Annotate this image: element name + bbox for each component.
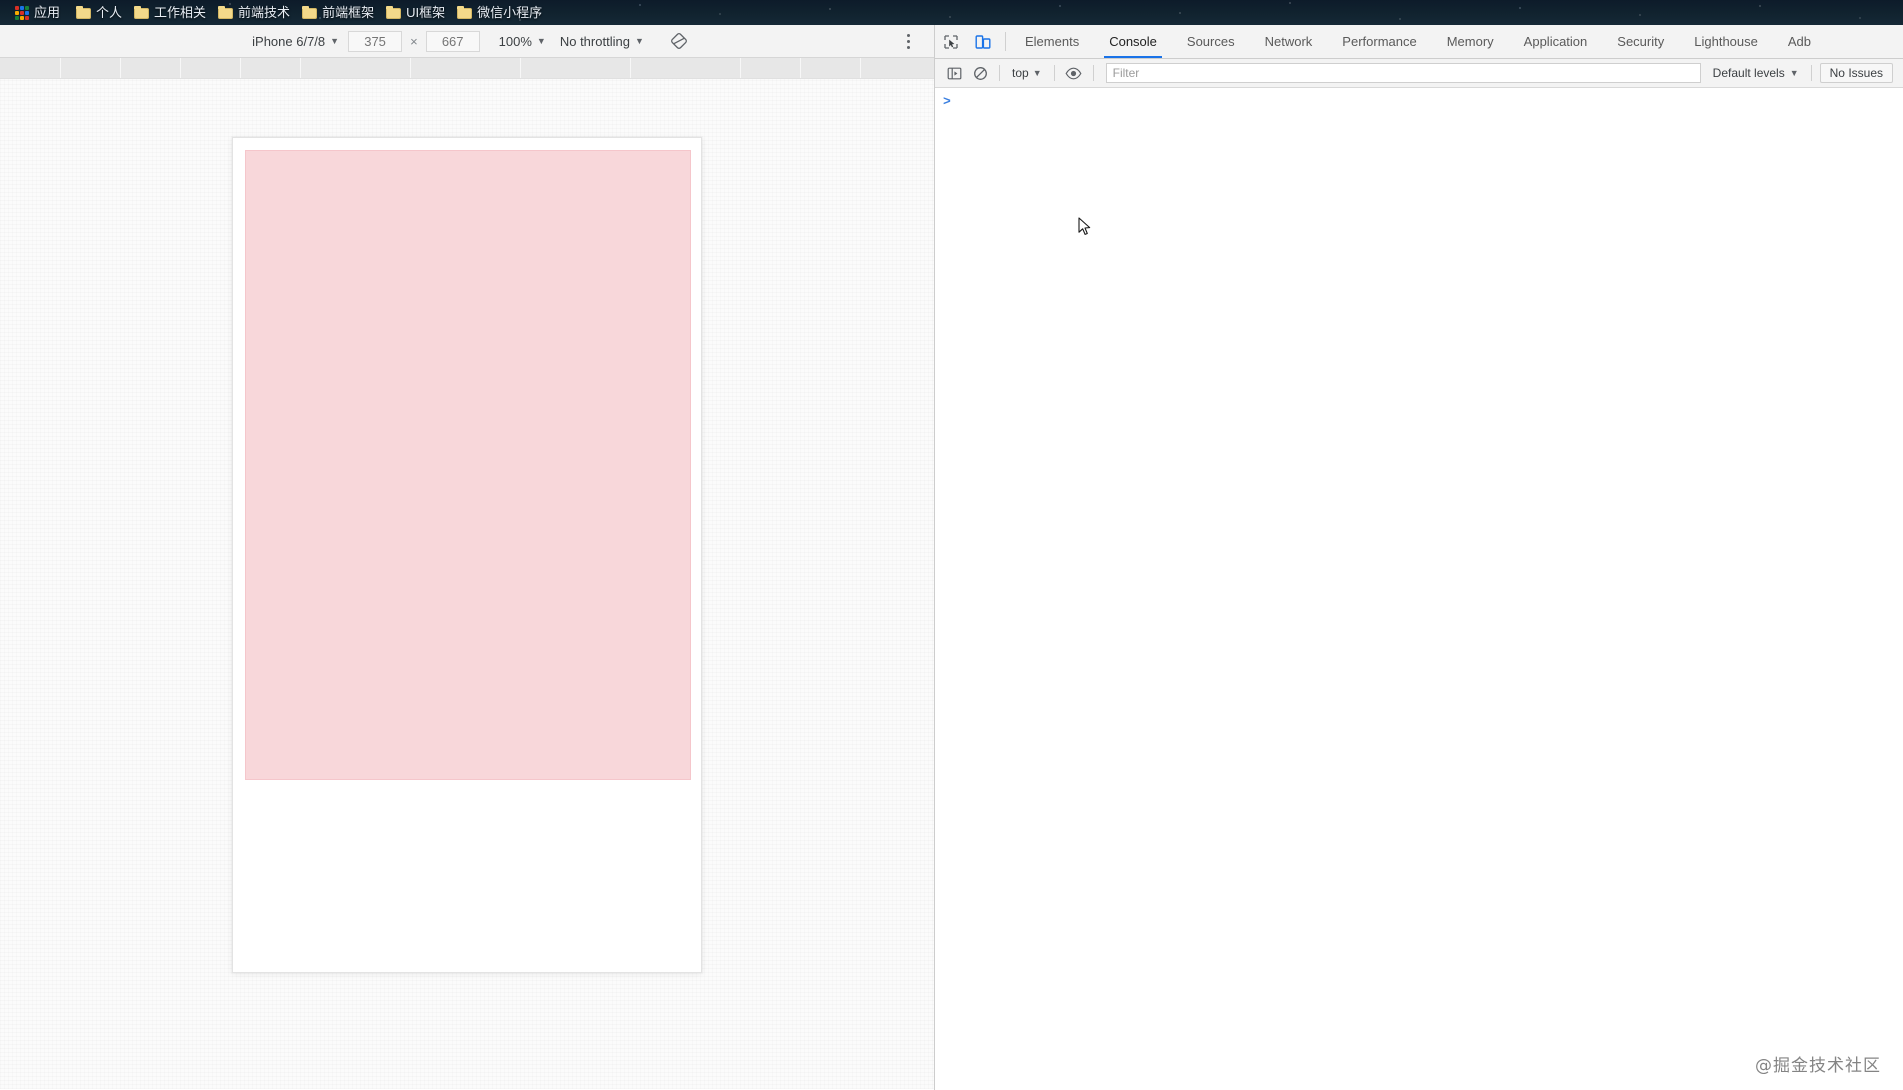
- chevron-down-icon: ▼: [1032, 67, 1042, 78]
- device-select[interactable]: iPhone 6/7/8 ▼: [245, 32, 346, 51]
- console-input-row[interactable]: >: [935, 88, 1903, 110]
- device-toolbar-more-options-button[interactable]: [898, 30, 918, 52]
- console-prompt-caret: >: [943, 94, 951, 109]
- tab-label: Network: [1264, 34, 1313, 49]
- bookmark-item-personal[interactable]: 个人: [71, 2, 129, 23]
- toolbar-divider: [1005, 32, 1006, 51]
- tab-application[interactable]: Application: [1509, 25, 1603, 58]
- bookmark-item-work[interactable]: 工作相关: [129, 2, 213, 23]
- inspect-element-button[interactable]: [935, 25, 967, 58]
- throttling-select[interactable]: No throttling ▼: [553, 32, 651, 51]
- bookmarks-bar[interactable]: 应用 个人 工作相关 前端技术 前端框架 UI框架 微信小程序: [0, 0, 1903, 25]
- chevron-down-icon: ▼: [330, 35, 340, 46]
- tab-performance[interactable]: Performance: [1327, 25, 1431, 58]
- page-preview-pane: iPhone 6/7/8 ▼ × 100% ▼ No throttling ▼: [0, 25, 934, 1090]
- console-messages-area[interactable]: >: [935, 88, 1903, 1089]
- bookmark-label: 前端技术: [238, 5, 291, 20]
- bookmark-item-frontend-tech[interactable]: 前端技术: [213, 2, 297, 23]
- console-filter-input[interactable]: [1105, 63, 1701, 83]
- inspect-element-icon: [944, 34, 958, 49]
- tab-console[interactable]: Console: [1094, 25, 1172, 58]
- bookmark-apps[interactable]: 应用: [10, 2, 67, 23]
- tab-elements[interactable]: Elements: [1010, 25, 1094, 58]
- folder-icon: [76, 6, 92, 19]
- device-toolbar-icon: [975, 34, 991, 49]
- console-toolbar: top ▼ Default levels ▼ No Issues: [935, 59, 1903, 88]
- bookmark-label: UI框架: [406, 5, 446, 20]
- console-sidebar-icon: [947, 67, 961, 79]
- execution-context-label: top: [1012, 66, 1029, 80]
- viewport-width-input[interactable]: [348, 30, 403, 52]
- toolbar-divider: [1092, 65, 1094, 81]
- devtools-pane: Elements Console Sources Network Perform…: [934, 25, 1903, 1090]
- tab-label: Memory: [1446, 34, 1494, 49]
- issues-label: No Issues: [1829, 66, 1883, 80]
- chevron-down-icon: ▼: [536, 35, 546, 46]
- folder-icon: [302, 6, 318, 19]
- chevron-down-icon: ▼: [634, 35, 644, 46]
- device-mode-toolbar: iPhone 6/7/8 ▼ × 100% ▼ No throttling ▼: [0, 25, 934, 58]
- folder-icon: [134, 6, 150, 19]
- tab-label: Performance: [1342, 34, 1417, 49]
- tab-sources[interactable]: Sources: [1172, 25, 1250, 58]
- tab-adb[interactable]: Adb: [1773, 25, 1826, 58]
- tab-label: Security: [1617, 34, 1665, 49]
- toolbar-divider: [1810, 65, 1812, 81]
- tab-label: Application: [1523, 34, 1588, 49]
- clear-console-button[interactable]: [967, 62, 993, 84]
- viewport-ruler: [0, 58, 934, 79]
- throttling-select-label: No throttling: [559, 33, 630, 49]
- folder-icon: [386, 6, 402, 19]
- bookmark-label: 工作相关: [154, 5, 207, 20]
- bookmark-label: 前端框架: [322, 5, 375, 20]
- apps-grid-icon: [15, 5, 29, 20]
- tab-lighthouse[interactable]: Lighthouse: [1679, 25, 1773, 58]
- zoom-select[interactable]: 100% ▼: [492, 32, 553, 51]
- devtools-tab-bar: Elements Console Sources Network Perform…: [935, 25, 1903, 59]
- tab-label: Console: [1109, 34, 1157, 49]
- tab-label: Adb: [1787, 34, 1812, 49]
- live-expression-eye-icon: [1065, 67, 1082, 79]
- rotate-device-icon[interactable]: [669, 31, 689, 51]
- tab-label: Lighthouse: [1694, 34, 1758, 49]
- clear-console-icon: [973, 66, 987, 80]
- tab-memory[interactable]: Memory: [1432, 25, 1509, 58]
- execution-context-select[interactable]: top ▼: [1006, 64, 1048, 82]
- folder-icon: [218, 6, 234, 19]
- toggle-device-toolbar-button[interactable]: [967, 25, 999, 58]
- toolbar-divider: [1053, 65, 1055, 81]
- tab-label: Elements: [1025, 34, 1080, 49]
- folder-icon: [457, 6, 473, 19]
- toolbar-divider: [999, 65, 1000, 81]
- issues-counter-button[interactable]: No Issues: [1819, 63, 1893, 83]
- viewport-height-input[interactable]: [425, 30, 480, 52]
- bookmark-label: 个人: [96, 5, 123, 20]
- bookmark-item-frontend-framework[interactable]: 前端框架: [297, 2, 381, 23]
- device-canvas: [0, 79, 934, 1089]
- device-viewport[interactable]: [232, 137, 702, 973]
- zoom-select-label: 100%: [498, 33, 532, 49]
- log-levels-label: Default levels: [1712, 66, 1785, 80]
- bookmark-item-ui-framework[interactable]: UI框架: [381, 2, 452, 23]
- console-log-levels-select[interactable]: Default levels ▼: [1707, 64, 1805, 82]
- chevron-down-icon: ▼: [1789, 67, 1799, 78]
- dimension-separator: ×: [410, 33, 418, 49]
- bookmark-label: 应用: [34, 5, 61, 20]
- live-expression-button[interactable]: [1061, 62, 1087, 84]
- tab-network[interactable]: Network: [1250, 25, 1328, 58]
- watermark: @掘金技术社区: [1755, 1056, 1881, 1076]
- bookmark-item-wechat-miniprogram[interactable]: 微信小程序: [452, 2, 549, 23]
- device-select-label: iPhone 6/7/8: [252, 33, 326, 49]
- tab-security[interactable]: Security: [1602, 25, 1679, 58]
- bookmark-label: 微信小程序: [477, 5, 543, 20]
- tab-label: Sources: [1186, 34, 1235, 49]
- console-sidebar-toggle-button[interactable]: [941, 62, 967, 84]
- pink-content-box: [245, 150, 691, 780]
